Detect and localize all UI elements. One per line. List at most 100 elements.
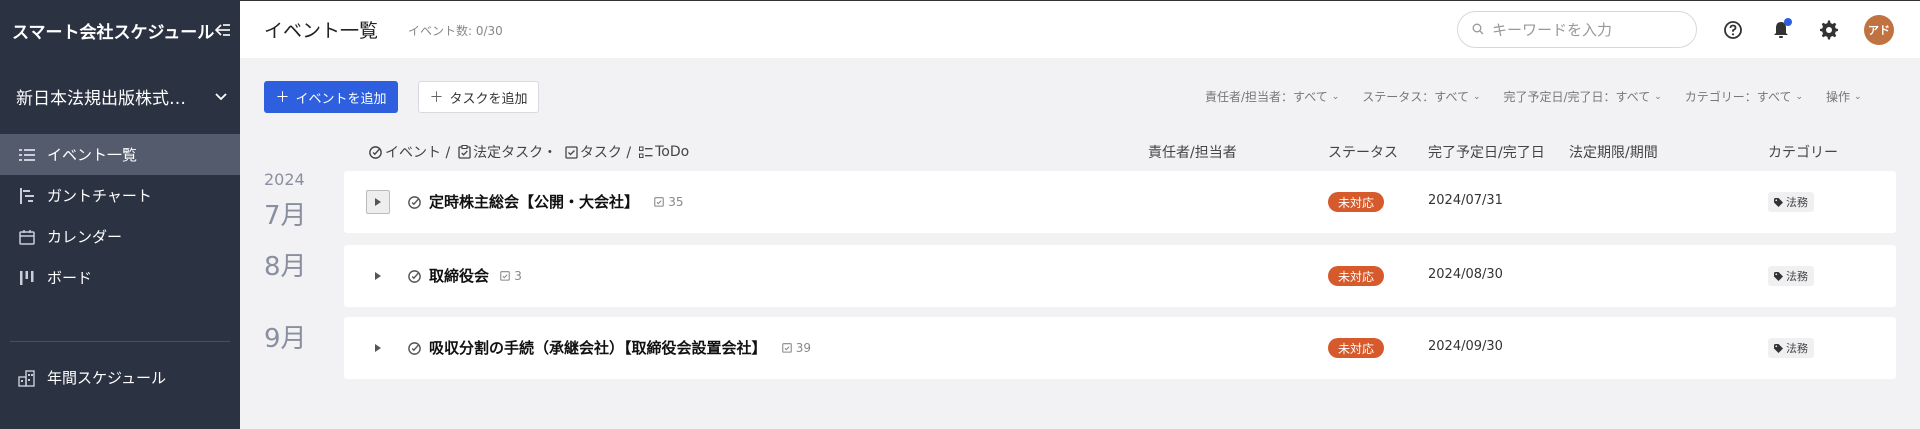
search-icon (1472, 20, 1484, 39)
column-label-task: タスク / (579, 145, 632, 161)
tag-icon (1774, 271, 1783, 281)
event-icon (407, 341, 423, 357)
calendar-icon (17, 227, 37, 247)
notification-dot (1784, 18, 1792, 26)
due-date: 2024/08/30 (1428, 267, 1503, 282)
category-tag: 法務 (1768, 192, 1814, 212)
tag-icon (1774, 343, 1783, 353)
due-date: 2024/07/31 (1428, 193, 1503, 208)
gantt-icon (17, 186, 37, 206)
table-header: イベント / 法定タスク・ タスク / ToDo 責任者/担当者 ステータス 完… (0, 140, 1920, 162)
chevron-down-icon: ⌄ (1795, 91, 1804, 102)
task-count: 35 (654, 194, 684, 209)
column-label-todo: ToDo (655, 144, 690, 160)
month-label: 8月 (264, 252, 307, 282)
task-count: 3 (500, 269, 522, 283)
event-title-link[interactable]: 吸収分割の手続（承継会社）【取締役会設置会社】 39 (429, 337, 811, 358)
due-date: 2024/09/30 (1428, 339, 1503, 354)
chevron-down-icon: ⌄ (1472, 91, 1481, 102)
event-title: 取締役会 (429, 267, 490, 285)
collapse-sidebar-icon[interactable] (214, 18, 232, 42)
tag-icon (1774, 197, 1783, 207)
notification-bell-icon[interactable] (1769, 18, 1793, 42)
month-label: 7月 (264, 201, 307, 231)
task-count: 39 (781, 340, 812, 355)
filter-due-date[interactable]: 完了予定日/完了日：すべて ⌄ (1504, 88, 1662, 105)
expand-row-toggle[interactable] (366, 264, 390, 288)
column-header-due-date: 完了予定日/完了日 (1428, 145, 1545, 161)
filter-label: ステータス：すべて (1362, 90, 1469, 104)
sidebar-item-label: カレンダー (47, 228, 123, 246)
category-label: 法務 (1786, 342, 1808, 355)
sidebar-item-board[interactable]: ボード (0, 257, 240, 298)
sidebar: スマート会社スケジュール 新日本法規出版株式会… イベント一覧 ガントチャート (0, 0, 240, 429)
filter-label: 操作 (1826, 90, 1851, 104)
table-row[interactable]: 吸収分割の手続（承継会社）【取締役会設置会社】 39 未対応 2024/09/3… (344, 317, 1896, 379)
category-tag: 法務 (1768, 266, 1814, 286)
filter-category[interactable]: カテゴリー：すべて ⌄ (1685, 88, 1803, 105)
sidebar-item-label: 年間スケジュール (47, 369, 166, 387)
event-icon (407, 269, 423, 285)
legal-task-icon (458, 145, 471, 159)
todo-list-icon (639, 146, 653, 159)
sidebar-divider (10, 341, 230, 342)
plus-icon: ＋ (429, 90, 444, 106)
add-task-button[interactable]: ＋ タスクを追加 (418, 81, 539, 113)
search-input[interactable] (1492, 20, 1682, 39)
plus-icon: ＋ (275, 90, 290, 106)
help-icon[interactable] (1721, 18, 1745, 42)
board-icon (17, 268, 37, 288)
company-name: 新日本法規出版株式会… (16, 88, 201, 109)
column-header-category: カテゴリー (1768, 145, 1838, 161)
add-event-button[interactable]: ＋ イベントを追加 (264, 81, 398, 113)
filter-label: カテゴリー：すべて (1684, 90, 1792, 104)
filter-label: 完了予定日/完了日：すべて (1503, 90, 1651, 104)
status-badge[interactable]: 未対応 (1328, 266, 1385, 286)
status-badge[interactable]: 未対応 (1328, 192, 1385, 212)
task-checkbox-icon (565, 145, 578, 159)
event-title: 定時株主総会【公開・大会社】 (429, 193, 640, 211)
expand-row-toggle[interactable] (366, 190, 390, 214)
search-box[interactable] (1457, 11, 1697, 48)
event-title-link[interactable]: 定時株主総会【公開・大会社】 35 (429, 191, 684, 212)
task-count-value: 39 (795, 340, 812, 355)
filter-status[interactable]: ステータス：すべて ⌄ (1362, 88, 1480, 105)
company-selector[interactable]: 新日本法規出版株式会… (0, 60, 240, 132)
task-count-value: 3 (514, 268, 522, 283)
expand-row-toggle[interactable] (366, 336, 390, 360)
top-bar: イベント一覧 イベント数: 0/30 アド (240, 0, 1920, 58)
year-label: 2024 (264, 170, 305, 189)
gear-icon[interactable] (1817, 18, 1841, 42)
category-label: 法務 (1786, 196, 1808, 209)
event-title: 吸収分割の手続（承継会社）【取締役会設置会社】 (429, 339, 767, 357)
event-title-link[interactable]: 取締役会 3 (429, 265, 522, 286)
chevron-down-icon: ⌄ (1331, 91, 1340, 102)
category-tag: 法務 (1768, 338, 1814, 358)
sidebar-item-label: ボード (47, 269, 93, 287)
sidebar-item-calendar[interactable]: カレンダー (0, 216, 240, 257)
column-label-legal-task: 法定タスク・ (473, 145, 557, 161)
table-row[interactable]: 取締役会 3 未対応 2024/08/30 法務 (344, 245, 1896, 307)
filter-assignee[interactable]: 責任者/担当者：すべて ⌄ (1205, 88, 1339, 105)
chevron-down-icon (214, 87, 228, 106)
add-task-label: タスクを追加 (449, 91, 528, 107)
column-label-event: イベント / (385, 145, 451, 161)
sidebar-item-gantt[interactable]: ガントチャート (0, 175, 240, 216)
chevron-down-icon: ⌄ (1854, 91, 1862, 102)
app-title: スマート会社スケジュール (12, 22, 215, 43)
filter-bar: 責任者/担当者：すべて ⌄ ステータス：すべて ⌄ 完了予定日/完了日：すべて ⌄ カ… (1205, 88, 1862, 105)
filter-label: 責任者/担当者：すべて (1205, 90, 1328, 104)
task-count-value: 35 (668, 194, 684, 209)
page-title: イベント一覧 (264, 20, 379, 42)
annual-schedule-icon (17, 368, 37, 388)
operations-menu[interactable]: 操作 ⌄ (1826, 88, 1862, 105)
category-label: 法務 (1786, 270, 1808, 283)
event-count: イベント数: 0/30 (408, 24, 503, 38)
event-icon (407, 195, 423, 211)
table-row[interactable]: 定時株主総会【公開・大会社】 35 未対応 2024/07/31 法務 (344, 171, 1896, 233)
month-label: 9月 (264, 324, 307, 354)
column-header-status: ステータス (1328, 145, 1398, 161)
user-avatar[interactable]: アド (1864, 15, 1894, 45)
status-badge[interactable]: 未対応 (1328, 338, 1385, 358)
sidebar-item-annual-schedule[interactable]: 年間スケジュール (0, 357, 240, 398)
